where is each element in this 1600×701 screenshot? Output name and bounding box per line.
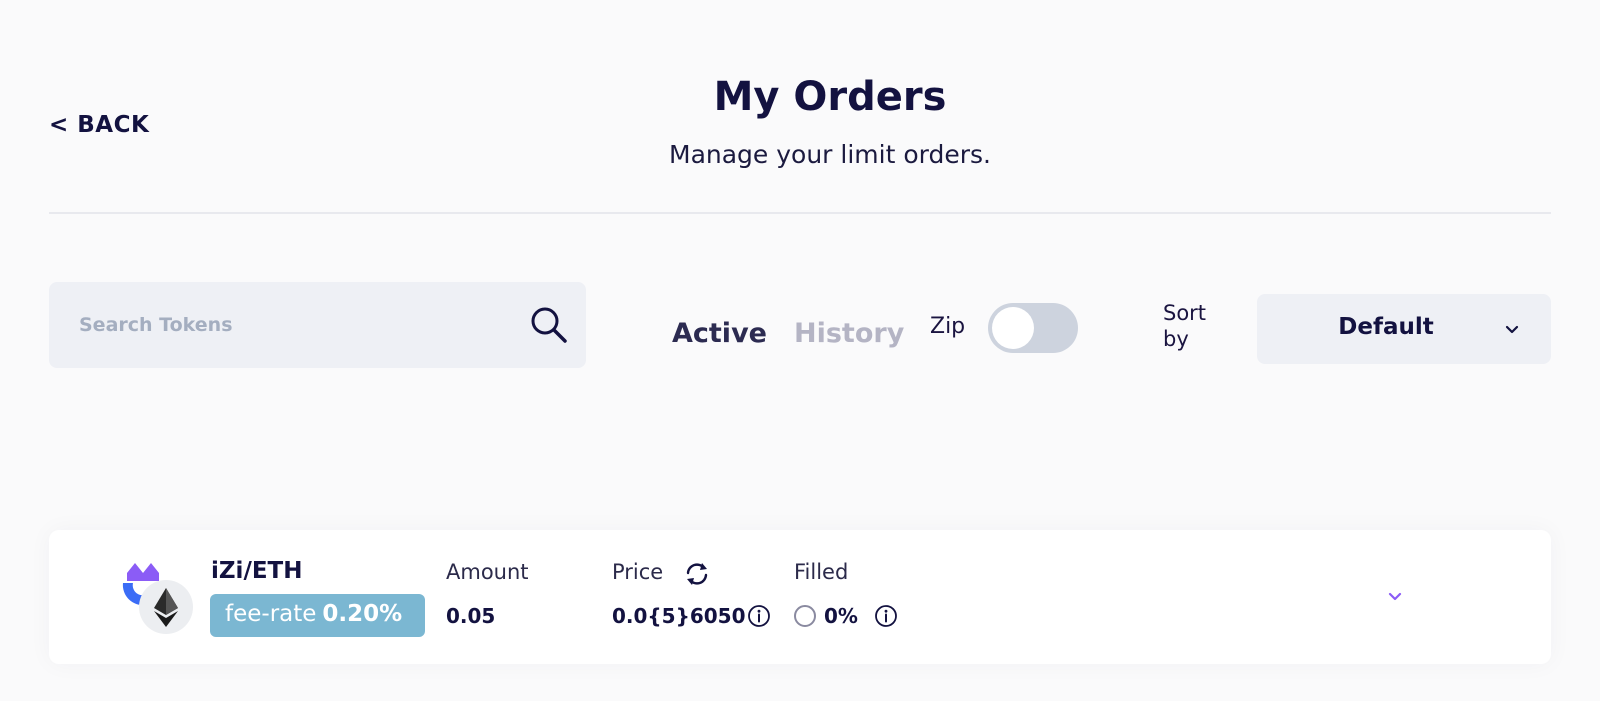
price-label: Price [612, 560, 664, 584]
fee-rate-value: 0.20% [322, 601, 403, 627]
tab-history[interactable]: History [794, 318, 904, 349]
filled-label: Filled [794, 560, 849, 584]
filled-progress-icon [794, 605, 816, 627]
amount-value: 0.05 [446, 604, 496, 628]
search-input[interactable] [79, 310, 499, 340]
chevron-down-icon [1505, 325, 1519, 334]
zip-label: Zip [930, 314, 966, 339]
info-icon[interactable] [747, 604, 771, 628]
fee-rate-label: fee-rate [225, 601, 317, 627]
amount-label: Amount [446, 560, 529, 584]
pair-name: iZi/ETH [211, 558, 303, 584]
fee-rate-badge: fee-rate 0.20% [210, 594, 425, 637]
search-icon[interactable] [529, 305, 569, 345]
expand-order-icon[interactable] [1385, 586, 1405, 606]
tab-active[interactable]: Active [672, 318, 767, 349]
toggle-knob [992, 307, 1034, 349]
sort-label: Sort by [1163, 301, 1207, 351]
page-title: My Orders [713, 74, 947, 120]
page-subtitle: Manage your limit orders. [669, 140, 991, 169]
header-divider [49, 212, 1551, 214]
sort-value: Default [1338, 314, 1434, 340]
price-value: 0.0{5}6050 [612, 604, 746, 628]
refresh-icon[interactable] [684, 561, 710, 587]
search-box [49, 282, 586, 368]
eth-token-icon [139, 580, 193, 634]
sort-select[interactable]: Default [1257, 294, 1551, 364]
order-card: iZi/ETH fee-rate 0.20% Amount 0.05 Price … [49, 530, 1551, 664]
zip-toggle[interactable] [988, 303, 1078, 353]
filled-value: 0% [824, 604, 858, 628]
info-icon[interactable] [874, 604, 898, 628]
